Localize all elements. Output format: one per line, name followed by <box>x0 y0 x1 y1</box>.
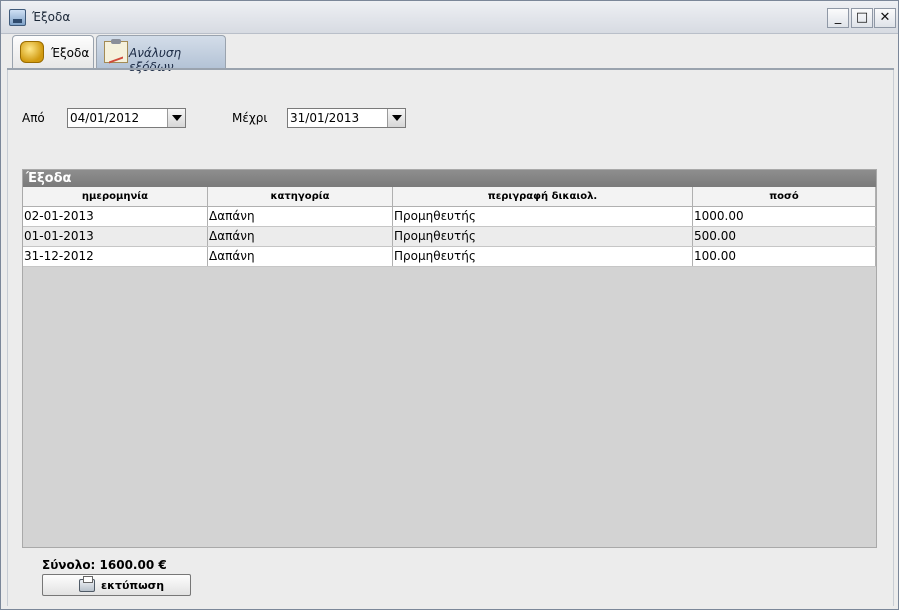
close-button[interactable]: ✕ <box>874 8 896 28</box>
maximize-button[interactable]: □ <box>851 8 873 28</box>
total-amount: Σύνολο: 1600.00 € <box>42 558 167 572</box>
cell-date: 31-12-2012 <box>23 247 208 266</box>
table-row[interactable]: 01-01-2013 Δαπάνη Προμηθευτής 500.00 <box>23 227 876 247</box>
printer-icon <box>79 576 95 592</box>
print-button-label: εκτύπωση <box>101 579 165 592</box>
tab-expenses[interactable]: Έξοδα <box>12 35 94 68</box>
app-icon <box>9 9 26 26</box>
window-title: Έξοδα <box>32 10 71 24</box>
from-date-value: 04/01/2012 <box>70 111 140 125</box>
cell-amount: 500.00 <box>693 227 876 246</box>
table-row[interactable]: 02-01-2013 Δαπάνη Προμηθευτής 1000.00 <box>23 207 876 227</box>
table-title: Έξοδα <box>23 170 876 187</box>
cell-category: Δαπάνη <box>208 207 393 226</box>
column-header-amount[interactable]: ποσό <box>693 187 876 207</box>
column-header-category[interactable]: κατηγορία <box>208 187 393 207</box>
from-date-label: Από <box>22 111 45 125</box>
column-header-description[interactable]: περιγραφή δικαιολ. <box>393 187 693 207</box>
cell-date: 02-01-2013 <box>23 207 208 226</box>
expenses-table: Έξοδα ημερομηνία κατηγορία περιγραφή δικ… <box>22 169 877 548</box>
cell-date: 01-01-2013 <box>23 227 208 246</box>
expenses-window: Έξοδα _ □ ✕ Έξοδα Ανάλυση εξόδων Από 04/… <box>0 0 899 610</box>
tab-expense-analysis[interactable]: Ανάλυση εξόδων <box>96 35 226 74</box>
cell-description: Προμηθευτής <box>393 227 693 246</box>
from-date-combo[interactable]: 04/01/2012 <box>67 108 186 128</box>
tab-label: Έξοδα <box>51 46 90 60</box>
table-header: ημερομηνία κατηγορία περιγραφή δικαιολ. … <box>23 187 876 207</box>
to-date-combo[interactable]: 31/01/2013 <box>287 108 406 128</box>
cell-category: Δαπάνη <box>208 247 393 266</box>
column-header-date[interactable]: ημερομηνία <box>23 187 208 207</box>
to-date-label: Μέχρι <box>232 111 268 125</box>
cell-description: Προμηθευτής <box>393 207 693 226</box>
cell-description: Προμηθευτής <box>393 247 693 266</box>
minimize-button[interactable]: _ <box>827 8 849 28</box>
cell-amount: 1000.00 <box>693 207 876 226</box>
clipboard-chart-icon <box>104 39 128 63</box>
table-row[interactable]: 31-12-2012 Δαπάνη Προμηθευτής 100.00 <box>23 247 876 267</box>
to-date-value: 31/01/2013 <box>290 111 360 125</box>
cell-category: Δαπάνη <box>208 227 393 246</box>
print-button[interactable]: εκτύπωση <box>42 574 191 596</box>
title-bar[interactable]: Έξοδα _ □ ✕ <box>1 1 898 34</box>
coins-icon <box>20 41 44 63</box>
cell-amount: 100.00 <box>693 247 876 266</box>
chevron-down-icon[interactable] <box>167 109 185 127</box>
chevron-down-icon[interactable] <box>387 109 405 127</box>
